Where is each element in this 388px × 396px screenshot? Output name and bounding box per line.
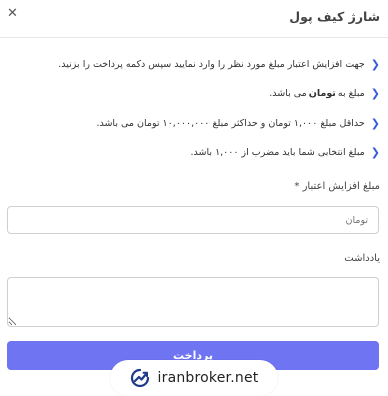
amount-input[interactable] bbox=[7, 206, 379, 234]
rule-item: ❮ جهت افزایش اعتبار مبلغ مورد نظر را وار… bbox=[58, 56, 380, 72]
rule-item: ❮ مبلغ انتخابی شما باید مضرب از ۱,۰۰۰ با… bbox=[191, 144, 380, 160]
rule-item: ❮ مبلغ به تومان می باشد. bbox=[269, 85, 380, 101]
rule-text-before: مبلغ به bbox=[337, 87, 365, 99]
trend-chart-icon bbox=[130, 368, 149, 388]
chevron-left-icon: ❮ bbox=[370, 145, 380, 159]
watermark-text: iranbroker.net bbox=[157, 370, 259, 386]
rule-text: جهت افزایش اعتبار مبلغ مورد نظر را وارد … bbox=[58, 58, 365, 70]
note-label: یادداشت bbox=[344, 253, 380, 264]
close-icon[interactable]: ✕ bbox=[7, 6, 18, 22]
dialog-header: شارژ کیف پول ✕ bbox=[0, 0, 388, 38]
rule-text: مبلغ انتخابی شما باید مضرب از ۱,۰۰۰ باشد… bbox=[190, 146, 365, 158]
chevron-left-icon: ❮ bbox=[370, 116, 380, 130]
amount-label: مبلغ افزایش اعتبار * bbox=[294, 181, 380, 192]
rule-text-bold: تومان bbox=[308, 87, 336, 99]
wallet-charge-dialog: شارژ کیف پول ✕ ❮ جهت افزایش اعتبار مبلغ … bbox=[0, 0, 388, 394]
note-textarea[interactable] bbox=[7, 277, 379, 327]
dialog-title: شارژ کیف پول bbox=[289, 9, 380, 24]
rule-text: حداقل مبلغ ۱,۰۰۰ تومان و حداکثر مبلغ ۱۰,… bbox=[96, 117, 365, 129]
watermark-badge: iranbroker.net bbox=[110, 360, 278, 396]
chevron-left-icon: ❮ bbox=[370, 86, 380, 100]
chevron-left-icon: ❮ bbox=[370, 57, 380, 71]
rule-text-after: می باشد. bbox=[269, 87, 307, 99]
rule-item: ❮ حداقل مبلغ ۱,۰۰۰ تومان و حداکثر مبلغ ۱… bbox=[96, 115, 380, 131]
